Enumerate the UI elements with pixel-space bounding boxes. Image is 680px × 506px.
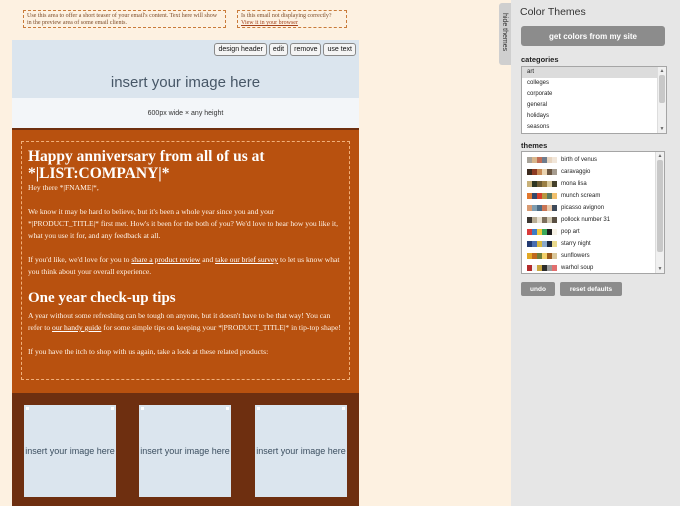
categories-list[interactable]: art colleges corporate general holidays seaso… xyxy=(521,66,667,134)
theme-item[interactable]: sunflowers xyxy=(522,250,664,262)
theme-swatches xyxy=(527,217,557,223)
theme-item[interactable]: mona lisa xyxy=(522,178,664,190)
anniversary-heading: Happy anniversary from all of us at *|LI… xyxy=(28,148,265,182)
panel-title: Color Themes xyxy=(520,6,586,18)
header-toolbar: design header edit remove use text xyxy=(214,43,356,56)
theme-item[interactable]: caravaggio xyxy=(522,166,664,178)
design-header-button[interactable]: design header xyxy=(214,43,267,56)
theme-swatches xyxy=(527,229,557,235)
shop-paragraph: If you have the itch to shop with us aga… xyxy=(28,347,269,356)
theme-name: caravaggio xyxy=(561,169,591,175)
email-header[interactable]: insert your image here 600px wide × any … xyxy=(12,40,359,128)
theme-name: pop art xyxy=(561,229,580,235)
header-size-note: 600px wide × any height xyxy=(12,98,359,128)
hide-themes-label: hide themes xyxy=(501,13,508,52)
theme-name: mona lisa xyxy=(561,181,587,187)
theme-swatches xyxy=(527,241,557,247)
product-image-placeholder-3[interactable]: insert your image here xyxy=(255,405,347,497)
theme-swatches xyxy=(527,265,557,271)
greeting-text: Hey there *|FNAME|*, xyxy=(28,183,99,192)
theme-name: munch scream xyxy=(561,193,601,199)
body-content-block[interactable]: Happy anniversary from all of us at *|LI… xyxy=(21,141,350,380)
tips-heading: One year check-up tips xyxy=(28,290,176,306)
handy-guide-link[interactable]: our handy guide xyxy=(52,323,101,332)
scroll-up-icon[interactable]: ▲ xyxy=(659,68,665,74)
category-item[interactable]: corporate xyxy=(522,89,666,100)
email-body: Happy anniversary from all of us at *|LI… xyxy=(12,130,359,393)
category-item[interactable]: general xyxy=(522,100,666,111)
theme-name: sunflowers xyxy=(561,253,590,259)
color-themes-panel: Color Themes get colors from my site cat… xyxy=(511,0,680,506)
preheader-browser-box[interactable]: Is this email not displaying correctly? … xyxy=(237,10,347,28)
category-item[interactable]: seasons xyxy=(522,122,666,133)
get-colors-button[interactable]: get colors from my site xyxy=(521,26,665,46)
undo-button[interactable]: undo xyxy=(521,282,555,296)
remove-button[interactable]: remove xyxy=(290,43,322,56)
review-paragraph: If you'd like, we'd love for you to shar… xyxy=(28,254,343,278)
view-in-browser-link[interactable]: View it in your browser xyxy=(241,20,298,26)
preheader-browser-text: Is this email not displaying correctly? xyxy=(241,13,332,19)
tips-text-end: for some simple tips on keeping your *|P… xyxy=(101,323,341,332)
scroll-thumb[interactable] xyxy=(659,75,665,103)
preheader-teaser-box[interactable]: Use this area to offer a short teaser of… xyxy=(23,10,226,28)
review-text-start: If you'd like, we'd love for you to xyxy=(28,255,132,264)
theme-item[interactable]: munch scream xyxy=(522,190,664,202)
intro-paragraph: We know it may be hard to believe, but i… xyxy=(28,207,338,240)
theme-name: starry night xyxy=(561,241,591,247)
theme-name: birth of venus xyxy=(561,157,598,163)
product-image-placeholder-2[interactable]: insert your image here xyxy=(139,405,231,497)
theme-name: warhol soup xyxy=(561,265,594,271)
share-review-link[interactable]: share a product review xyxy=(131,255,200,264)
theme-item[interactable]: warhol soup xyxy=(522,262,664,273)
theme-item[interactable]: starry night xyxy=(522,238,664,250)
related-products: insert your image here insert your image… xyxy=(12,394,359,506)
theme-item[interactable]: pollock number 31 xyxy=(522,214,664,226)
review-text-mid: and xyxy=(200,255,216,264)
scroll-down-icon[interactable]: ▼ xyxy=(659,126,665,132)
scroll-thumb[interactable] xyxy=(657,160,663,252)
themes-label: themes xyxy=(521,141,548,150)
color-swatch xyxy=(552,181,557,187)
theme-swatches xyxy=(527,181,557,187)
reset-defaults-button[interactable]: reset defaults xyxy=(560,282,622,296)
categories-label: categories xyxy=(521,55,559,64)
use-text-button[interactable]: use text xyxy=(323,43,356,56)
theme-name: picasso avignon xyxy=(561,205,605,211)
theme-item[interactable]: picasso avignon xyxy=(522,202,664,214)
tips-paragraph: A year without some refreshing can be to… xyxy=(28,310,343,334)
preheader-teaser-text: Use this area to offer a short teaser of… xyxy=(27,13,218,26)
color-swatch xyxy=(552,193,557,199)
theme-swatches xyxy=(527,193,557,199)
category-item[interactable]: art xyxy=(522,67,666,78)
theme-swatches xyxy=(527,157,557,163)
product-image-placeholder-1[interactable]: insert your image here xyxy=(24,405,116,497)
themes-scrollbar[interactable]: ▲ ▼ xyxy=(655,152,664,273)
email-canvas: insert your image here 600px wide × any … xyxy=(12,40,359,506)
theme-name: pollock number 31 xyxy=(561,217,611,223)
scroll-down-icon[interactable]: ▼ xyxy=(657,266,663,272)
color-swatch xyxy=(552,157,557,163)
color-swatch xyxy=(552,241,557,247)
theme-swatches xyxy=(527,205,557,211)
categories-scrollbar[interactable]: ▲ ▼ xyxy=(657,67,666,133)
color-swatch xyxy=(552,265,557,271)
color-swatch xyxy=(552,169,557,175)
theme-swatches xyxy=(527,169,557,175)
theme-swatches xyxy=(527,253,557,259)
color-swatch xyxy=(552,229,557,235)
survey-link[interactable]: take our brief survey xyxy=(215,255,278,264)
themes-list[interactable]: birth of venus caravaggio mona lisa munch s… xyxy=(521,151,665,274)
color-swatch xyxy=(552,217,557,223)
category-item[interactable]: holidays xyxy=(522,111,666,122)
edit-button[interactable]: edit xyxy=(268,43,289,56)
color-swatch xyxy=(552,253,557,259)
theme-item[interactable]: pop art xyxy=(522,226,664,238)
theme-item[interactable]: birth of venus xyxy=(522,154,664,166)
color-swatch xyxy=(552,205,557,211)
scroll-up-icon[interactable]: ▲ xyxy=(657,153,663,159)
category-item[interactable]: colleges xyxy=(522,78,666,89)
